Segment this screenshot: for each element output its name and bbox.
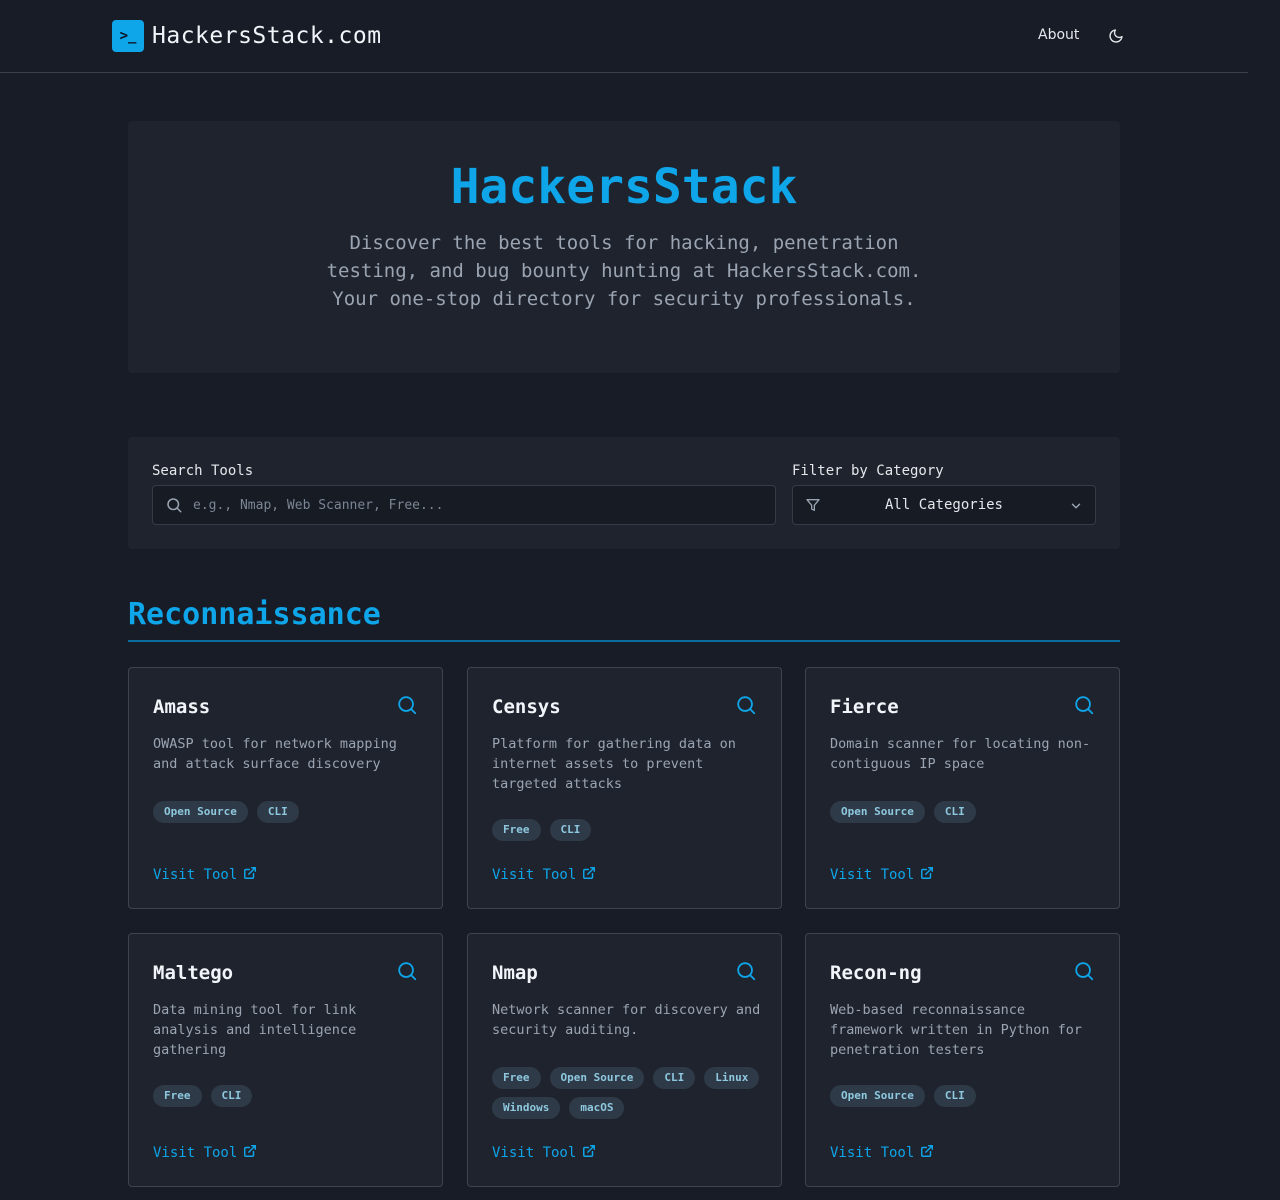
visit-tool-label: Visit Tool xyxy=(830,867,915,883)
search-icon xyxy=(1073,960,1095,986)
top-nav: >_ HackersStack.com About xyxy=(0,0,1248,73)
tool-tag: CLI xyxy=(933,801,976,823)
tool-tag: Open Source xyxy=(153,801,248,823)
tool-card: Censys Platform for gathering data on in… xyxy=(467,667,782,909)
tool-tags: Open Source CLI xyxy=(153,801,423,823)
visit-tool-link[interactable]: Visit Tool xyxy=(153,1144,257,1162)
hero-title: HackersStack xyxy=(450,159,798,215)
visit-tool-link[interactable]: Visit Tool xyxy=(492,1144,596,1162)
tool-tags: Open Source CLI xyxy=(830,801,1100,823)
tool-card: Recon-ng Web-based reconnaissance framew… xyxy=(805,933,1120,1187)
external-link-icon xyxy=(243,866,257,884)
tool-tags: Free CLI xyxy=(492,819,762,841)
tool-tag: Free xyxy=(492,1067,541,1089)
terminal-icon: >_ xyxy=(112,20,144,52)
tool-card: Maltego Data mining tool for link analys… xyxy=(128,933,443,1187)
tool-tag: Free xyxy=(153,1085,202,1107)
tool-card: Fierce Domain scanner for locating non-c… xyxy=(805,667,1120,909)
section-title: Reconnaissance xyxy=(128,597,381,632)
visit-tool-link[interactable]: Visit Tool xyxy=(830,866,934,884)
hero-banner: HackersStack Discover the best tools for… xyxy=(128,121,1120,373)
visit-tool-link[interactable]: Visit Tool xyxy=(492,866,596,884)
search-input[interactable] xyxy=(193,486,763,524)
tool-tags: Open Source CLI xyxy=(830,1085,1100,1107)
tool-description: OWASP tool for network mapping and attac… xyxy=(153,736,397,772)
external-link-icon xyxy=(920,866,934,884)
tool-name: Recon-ng xyxy=(830,962,922,984)
tool-name: Censys xyxy=(492,696,561,718)
filter-label: Filter by Category xyxy=(792,463,944,479)
tool-description: Data mining tool for link analysis and i… xyxy=(153,1002,357,1058)
search-icon xyxy=(396,694,418,720)
tool-tags: Free CLI xyxy=(153,1085,423,1107)
search-panel: Search Tools Filter by Category All Cate… xyxy=(128,437,1120,549)
search-field[interactable] xyxy=(152,485,776,525)
tool-name: Maltego xyxy=(153,962,234,984)
visit-tool-link[interactable]: Visit Tool xyxy=(153,866,257,884)
search-icon xyxy=(1073,694,1095,720)
tool-description: Platform for gathering data on internet … xyxy=(492,736,736,792)
tool-tag: Windows xyxy=(492,1097,561,1119)
external-link-icon xyxy=(582,1144,596,1162)
tool-description: Network scanner for discovery and securi… xyxy=(492,1002,761,1038)
about-link[interactable]: About xyxy=(1038,27,1079,43)
external-link-icon xyxy=(582,866,596,884)
tool-tag: Free xyxy=(492,819,541,841)
site-name: HackersStack.com xyxy=(152,23,382,49)
tool-card: Amass OWASP tool for network mapping and… xyxy=(128,667,443,909)
tool-tag: Linux xyxy=(704,1067,760,1089)
tool-tag: CLI xyxy=(549,819,592,841)
chevron-down-icon xyxy=(1069,498,1083,517)
search-label: Search Tools xyxy=(152,463,254,479)
tool-card: Nmap Network scanner for discovery and s… xyxy=(467,933,782,1187)
category-select[interactable]: All Categories xyxy=(792,485,1096,525)
tool-name: Amass xyxy=(153,696,211,718)
section-divider xyxy=(128,640,1120,642)
search-icon xyxy=(165,496,183,518)
external-link-icon xyxy=(243,1144,257,1162)
tool-tag: CLI xyxy=(933,1085,976,1107)
visit-tool-label: Visit Tool xyxy=(830,1145,915,1161)
search-icon xyxy=(735,960,757,986)
tool-tag: Open Source xyxy=(830,1085,925,1107)
tool-tag: CLI xyxy=(210,1085,253,1107)
moon-icon[interactable] xyxy=(1106,26,1126,46)
visit-tool-link[interactable]: Visit Tool xyxy=(830,1144,934,1162)
visit-tool-label: Visit Tool xyxy=(492,1145,577,1161)
hero-description: Discover the best tools for hacking, pen… xyxy=(326,232,922,310)
external-link-icon xyxy=(920,1144,934,1162)
tool-name: Fierce xyxy=(830,696,899,718)
tool-tags: Free Open Source CLI Linux Windows macOS xyxy=(492,1067,762,1119)
tool-tag: Open Source xyxy=(549,1067,645,1089)
visit-tool-label: Visit Tool xyxy=(153,867,238,883)
visit-tool-label: Visit Tool xyxy=(492,867,577,883)
tool-tag: CLI xyxy=(256,801,299,823)
tool-description: Domain scanner for locating non-contiguo… xyxy=(830,736,1091,772)
visit-tool-label: Visit Tool xyxy=(153,1145,238,1161)
tool-name: Nmap xyxy=(492,962,538,984)
tool-tag: Open Source xyxy=(830,801,925,823)
tool-tag: macOS xyxy=(569,1097,625,1119)
tool-description: Web-based reconnaissance framework writt… xyxy=(830,1002,1082,1058)
tool-tag: CLI xyxy=(653,1067,696,1089)
category-select-value: All Categories xyxy=(884,497,1003,513)
search-icon xyxy=(735,694,757,720)
search-icon xyxy=(396,960,418,986)
site-logo[interactable]: >_ HackersStack.com xyxy=(112,20,382,52)
